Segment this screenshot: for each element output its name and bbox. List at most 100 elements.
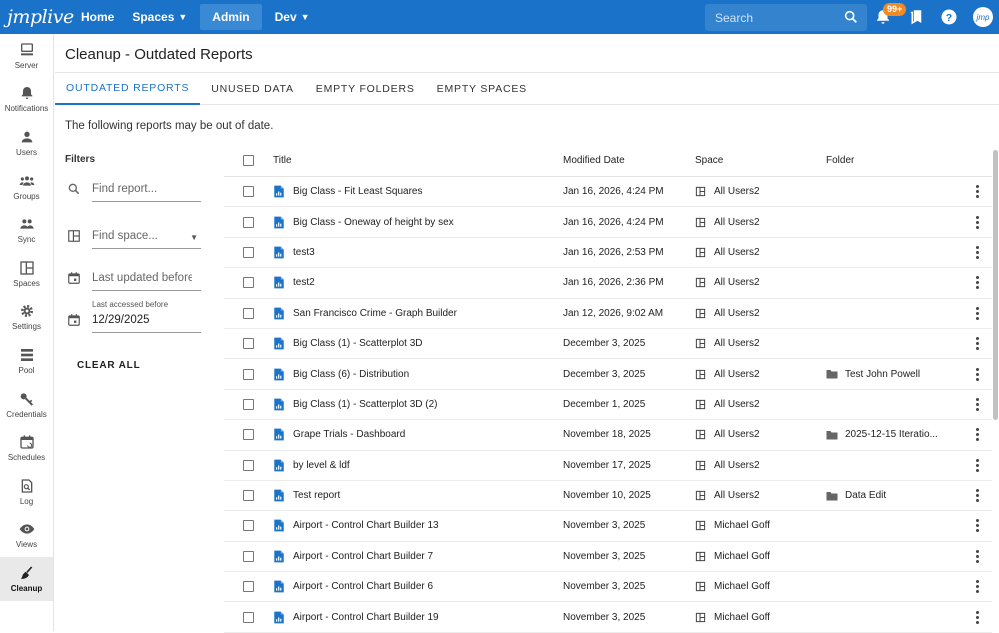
space-name[interactable]: All Users2	[714, 247, 760, 258]
space-name[interactable]: All Users2	[714, 460, 760, 471]
row-checkbox[interactable]	[243, 246, 254, 258]
sidebar-item-spaces[interactable]: Spaces	[0, 252, 53, 296]
sidebar-item-schedules[interactable]: Schedules	[0, 426, 53, 470]
sidebar-item-sync[interactable]: Sync	[0, 208, 53, 252]
row-checkbox[interactable]	[243, 520, 254, 532]
row-checkbox[interactable]	[243, 611, 254, 623]
scrollbar[interactable]	[993, 150, 998, 420]
nav-home[interactable]: Home	[72, 0, 123, 34]
folder-name[interactable]: Data Edit	[845, 490, 886, 501]
row-menu-button[interactable]	[962, 306, 992, 320]
table-row[interactable]: Test report November 10, 2025 All Users2 Da…	[224, 481, 992, 512]
row-menu-button[interactable]	[962, 610, 992, 624]
column-header-title[interactable]: Title	[273, 155, 563, 166]
row-menu-button[interactable]	[962, 367, 992, 381]
report-title[interactable]: Big Class - Oneway of height by sex	[293, 217, 454, 228]
table-row[interactable]: Airport - Control Chart Builder 13 Novemb…	[224, 511, 992, 542]
sidebar-item-users[interactable]: Users	[0, 121, 53, 165]
report-title[interactable]: Test report	[293, 490, 340, 501]
nav-dev[interactable]: Dev ▼	[266, 0, 319, 34]
table-row[interactable]: Airport - Control Chart Builder 6 Novembe…	[224, 572, 992, 603]
table-row[interactable]: San Francisco Crime - Graph Builder Jan 1…	[224, 299, 992, 329]
folder-name[interactable]: 2025-12-15 Iteratio...	[845, 429, 938, 440]
report-title[interactable]: Grape Trials - Dashboard	[293, 429, 405, 440]
row-checkbox[interactable]	[243, 429, 254, 441]
report-title[interactable]: Big Class (1) - Scatterplot 3D (2)	[293, 399, 438, 410]
sidebar-item-pool[interactable]: Pool	[0, 339, 53, 383]
nav-spaces[interactable]: Spaces ▼	[123, 0, 196, 34]
space-name[interactable]: All Users2	[714, 277, 760, 288]
space-name[interactable]: Michael Goff	[714, 581, 770, 592]
space-name[interactable]: Michael Goff	[714, 612, 770, 623]
table-row[interactable]: Big Class (6) - Distribution December 3, …	[224, 359, 992, 390]
tab-empty-folders[interactable]: EMPTY FOLDERS	[305, 73, 426, 105]
report-title[interactable]: test3	[293, 247, 315, 258]
space-name[interactable]: All Users2	[714, 399, 760, 410]
space-name[interactable]: Michael Goff	[714, 551, 770, 562]
chevron-down-icon[interactable]: ▼	[190, 233, 198, 242]
sidebar-item-views[interactable]: Views	[0, 514, 53, 558]
report-title[interactable]: Big Class - Fit Least Squares	[293, 186, 423, 197]
row-checkbox[interactable]	[243, 398, 254, 410]
tab-unused-data[interactable]: UNUSED DATA	[200, 73, 305, 105]
row-menu-button[interactable]	[962, 245, 992, 259]
avatar[interactable]: jmp	[973, 7, 993, 27]
tab-outdated-reports[interactable]: OUTDATED REPORTS	[55, 73, 201, 105]
search-input[interactable]	[715, 10, 835, 25]
report-title[interactable]: Airport - Control Chart Builder 6	[293, 581, 433, 592]
row-menu-button[interactable]	[962, 489, 992, 503]
tab-empty-spaces[interactable]: EMPTY SPACES	[426, 73, 538, 105]
search-box[interactable]	[705, 4, 867, 31]
report-title[interactable]: San Francisco Crime - Graph Builder	[293, 308, 457, 319]
column-header-modified[interactable]: Modified Date	[563, 155, 695, 166]
jmp-live-logo[interactable]: jmplive	[0, 0, 74, 34]
nav-admin[interactable]: Admin	[200, 4, 262, 30]
report-title[interactable]: by level & ldf	[293, 460, 350, 471]
search-icon[interactable]	[843, 9, 859, 25]
row-menu-button[interactable]	[962, 428, 992, 442]
find-space-input[interactable]	[92, 229, 192, 242]
row-checkbox[interactable]	[243, 277, 254, 289]
table-row[interactable]: Big Class (1) - Scatterplot 3D December 3…	[224, 329, 992, 360]
report-title[interactable]: Big Class (6) - Distribution	[293, 369, 409, 380]
folder-name[interactable]: Test John Powell	[845, 369, 920, 380]
row-checkbox[interactable]	[243, 368, 254, 380]
row-checkbox[interactable]	[243, 216, 254, 228]
report-title[interactable]: Airport - Control Chart Builder 19	[293, 612, 439, 623]
space-name[interactable]: All Users2	[714, 429, 760, 440]
sidebar-item-credentials[interactable]: Credentials	[0, 383, 53, 427]
select-all-checkbox[interactable]	[243, 155, 254, 166]
row-checkbox[interactable]	[243, 550, 254, 562]
space-name[interactable]: All Users2	[714, 308, 760, 319]
row-menu-button[interactable]	[962, 580, 992, 594]
help-icon[interactable]: ?	[940, 8, 958, 26]
row-menu-button[interactable]	[962, 549, 992, 563]
row-checkbox[interactable]	[243, 338, 254, 350]
space-name[interactable]: All Users2	[714, 490, 760, 501]
table-row[interactable]: Airport - Control Chart Builder 7 Novembe…	[224, 542, 992, 573]
space-name[interactable]: All Users2	[714, 338, 760, 349]
row-menu-button[interactable]	[962, 337, 992, 351]
space-name[interactable]: All Users2	[714, 369, 760, 380]
sidebar-item-notifications[interactable]: Notifications	[0, 78, 53, 122]
find-report-input[interactable]	[92, 182, 192, 195]
sidebar-item-log[interactable]: Log	[0, 470, 53, 514]
row-checkbox[interactable]	[243, 186, 254, 198]
report-title[interactable]: Big Class (1) - Scatterplot 3D	[293, 338, 423, 349]
row-checkbox[interactable]	[243, 490, 254, 502]
row-menu-button[interactable]	[962, 185, 992, 199]
clear-all-button[interactable]: CLEAR ALL	[77, 360, 141, 371]
table-row[interactable]: by level & ldf November 17, 2025 All Users…	[224, 451, 992, 481]
column-header-folder[interactable]: Folder	[826, 155, 962, 166]
report-title[interactable]: test2	[293, 277, 315, 288]
row-menu-button[interactable]	[962, 276, 992, 290]
row-menu-button[interactable]	[962, 397, 992, 411]
space-name[interactable]: Michael Goff	[714, 520, 770, 531]
table-row[interactable]: test2 Jan 16, 2026, 2:36 PM All Users2	[224, 268, 992, 299]
column-header-space[interactable]: Space	[695, 155, 826, 166]
space-name[interactable]: All Users2	[714, 217, 760, 228]
sidebar-item-cleanup[interactable]: Cleanup	[0, 557, 53, 601]
sidebar-item-groups[interactable]: Groups	[0, 165, 53, 209]
report-title[interactable]: Airport - Control Chart Builder 7	[293, 551, 433, 562]
table-row[interactable]: Big Class - Oneway of height by sex Jan 1…	[224, 207, 992, 238]
